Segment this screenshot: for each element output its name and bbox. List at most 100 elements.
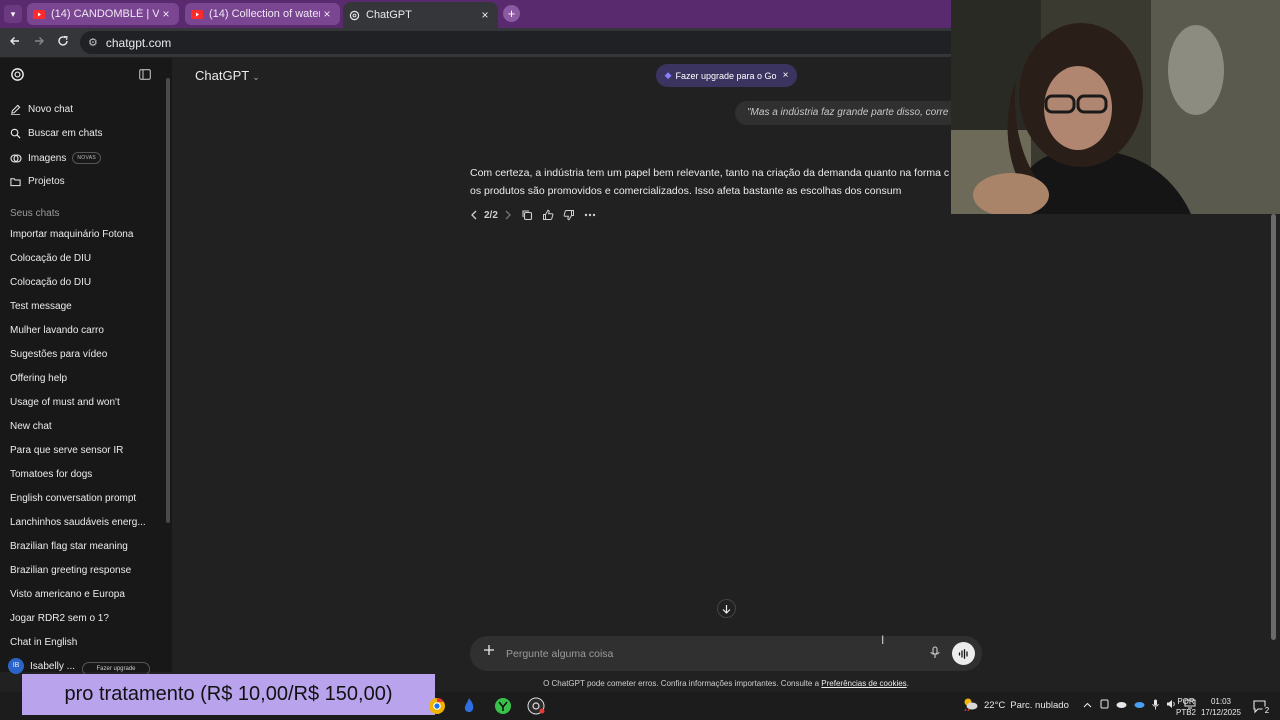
waveform-icon	[958, 648, 969, 659]
tab-title: ChatGPT	[366, 9, 412, 21]
chats-section-title: Seus chats	[10, 208, 60, 219]
copy-icon[interactable]	[521, 209, 533, 221]
cookie-preferences-link[interactable]: Preferências de cookies	[821, 679, 906, 688]
chat-history-list: Importar maquinário Fotona Colocação de …	[10, 229, 160, 661]
chat-history-item[interactable]: Offering help	[10, 373, 160, 397]
chat-history-item[interactable]: Visto americano e Europa	[10, 589, 160, 613]
system-tray: 22°C Parc. nublado	[962, 697, 1196, 714]
url-text: chatgpt.com	[105, 35, 172, 50]
taskbar-clock[interactable]: 01:03 17/12/2025	[1199, 696, 1243, 718]
microphone-tray-icon[interactable]	[1152, 699, 1159, 713]
chat-history-item[interactable]: Usage of must and won't	[10, 397, 160, 421]
assistant-message-line: os produtos são promovidos e comercializ…	[470, 185, 902, 197]
chat-history-item[interactable]: Brazilian flag star meaning	[10, 541, 160, 565]
cloud-icon[interactable]	[1116, 700, 1127, 711]
sidebar-item-label: Buscar em chats	[28, 128, 103, 139]
weather-desc: Parc. nublado	[1010, 700, 1069, 711]
prompt-input[interactable]	[504, 644, 884, 663]
close-tab-icon[interactable]: ×	[478, 8, 492, 22]
chevron-down-icon: ▾	[10, 8, 16, 19]
next-response-icon[interactable]	[504, 210, 512, 220]
youtube-icon	[33, 9, 45, 19]
sparkle-icon: ◆	[664, 70, 672, 80]
thumbs-up-icon[interactable]	[542, 209, 554, 221]
clock-time: 01:03	[1210, 697, 1232, 706]
composer	[470, 636, 982, 671]
microphone-icon[interactable]	[930, 646, 940, 659]
voice-mode-button[interactable]	[952, 642, 975, 665]
close-tab-icon[interactable]: ×	[159, 7, 173, 21]
search-chats-button[interactable]: Buscar em chats	[10, 128, 102, 139]
upgrade-pill[interactable]: ◆ Fazer upgrade para o Go ×	[656, 64, 797, 87]
browser-tab-water-slides[interactable]: (14) Collection of water slides® ×	[185, 3, 340, 25]
reload-icon[interactable]	[57, 35, 69, 50]
chat-history-item[interactable]: Test message	[10, 301, 160, 325]
model-selector[interactable]: ChatGPT ⌄	[195, 68, 260, 83]
onedrive-icon[interactable]	[1134, 700, 1145, 711]
tab-title: (14) CANDOMBLÉ | Vitor Sarro...	[51, 8, 159, 20]
sidebar-toggle-icon[interactable]	[139, 69, 151, 80]
keyboard-layout: PTB2	[1176, 708, 1197, 717]
flame-app-icon[interactable]	[461, 697, 477, 720]
images-button[interactable]: Imagens NOVAS	[10, 152, 101, 164]
address-bar[interactable]: ⚙ chatgpt.com	[80, 31, 951, 54]
assistant-message-line: Com certeza, a indústria tem um papel be…	[470, 167, 950, 179]
edit-icon	[10, 104, 22, 115]
browser-tab-candomble[interactable]: (14) CANDOMBLÉ | Vitor Sarro... ×	[27, 3, 179, 25]
sidebar-item-label: Imagens	[28, 152, 67, 164]
tab-search-button[interactable]: ▾	[4, 5, 22, 23]
upgrade-pill-label: Fazer upgrade para o Go	[675, 70, 777, 81]
scroll-to-bottom-button[interactable]	[717, 599, 736, 618]
sidebar-scrollbar[interactable]	[166, 78, 170, 523]
tab-title: (14) Collection of water slides®	[209, 8, 320, 20]
chat-history-item[interactable]: Colocação do DIU	[10, 277, 160, 301]
chatgpt-icon	[349, 10, 360, 21]
chat-history-item[interactable]: Lanchinhos saudáveis energ...	[10, 517, 160, 541]
forward-arrow-icon[interactable]	[33, 35, 45, 50]
green-app-icon[interactable]	[494, 697, 512, 720]
chat-history-item[interactable]: Mulher lavando carro	[10, 325, 160, 349]
tray-app-icon[interactable]	[1100, 699, 1109, 712]
close-icon[interactable]: ×	[783, 70, 789, 81]
site-settings-icon[interactable]: ⚙	[88, 36, 98, 49]
input-language-indicator[interactable]: POR PTB2	[1176, 696, 1196, 718]
obs-app-icon[interactable]	[527, 697, 545, 720]
disclaimer-text: O ChatGPT pode cometer erros. Confira in…	[543, 679, 820, 688]
disclaimer-end: .	[906, 679, 909, 688]
chrome-taskbar-icon[interactable]	[428, 697, 446, 720]
chat-history-item[interactable]: Importar maquinário Fotona	[10, 229, 160, 253]
sidebar: Novo chat Buscar em chats Imagens NOVAS …	[0, 58, 172, 676]
language-code: POR	[1177, 697, 1195, 706]
thumbs-down-icon[interactable]	[563, 209, 575, 221]
chat-history-item[interactable]: Sugestões para vídeo	[10, 349, 160, 373]
chevron-up-icon[interactable]	[1083, 700, 1092, 711]
plus-icon[interactable]	[483, 644, 495, 656]
folder-icon	[10, 177, 22, 187]
stream-caption-overlay: pro tratamento (R$ 10,00/R$ 150,00)	[22, 674, 435, 715]
projects-button[interactable]: Projetos	[10, 176, 65, 187]
youtube-icon	[191, 9, 203, 19]
webcam-overlay	[951, 0, 1280, 214]
new-tab-button[interactable]: +	[503, 5, 520, 22]
more-options-icon[interactable]	[584, 213, 596, 217]
new-badge: NOVAS	[72, 152, 101, 164]
back-arrow-icon[interactable]	[9, 35, 21, 50]
close-tab-icon[interactable]: ×	[320, 7, 334, 21]
weather-icon[interactable]	[962, 697, 978, 714]
chat-history-item[interactable]: Tomatoes for dogs	[10, 469, 160, 493]
chat-history-item[interactable]: Colocação de DIU	[10, 253, 160, 277]
main-scrollbar[interactable]	[1271, 214, 1276, 640]
browser-toolbar: ⚙ chatgpt.com	[0, 28, 951, 57]
browser-tab-chatgpt[interactable]: ChatGPT ×	[343, 2, 498, 28]
chat-history-item[interactable]: Jogar RDR2 sem o 1?	[10, 613, 160, 637]
chat-history-item[interactable]: New chat	[10, 421, 160, 445]
user-menu[interactable]: IB Isabelly ...	[8, 658, 75, 674]
chat-history-item[interactable]: Brazilian greeting response	[10, 565, 160, 589]
notification-count: 2	[1262, 706, 1272, 716]
weather-temp: 22°C	[984, 700, 1006, 711]
openai-logo-icon[interactable]	[10, 67, 25, 82]
chat-history-item[interactable]: Para que serve sensor IR	[10, 445, 160, 469]
chat-history-item[interactable]: English conversation prompt	[10, 493, 160, 517]
previous-response-icon[interactable]	[470, 210, 478, 220]
new-chat-button[interactable]: Novo chat	[10, 104, 73, 115]
